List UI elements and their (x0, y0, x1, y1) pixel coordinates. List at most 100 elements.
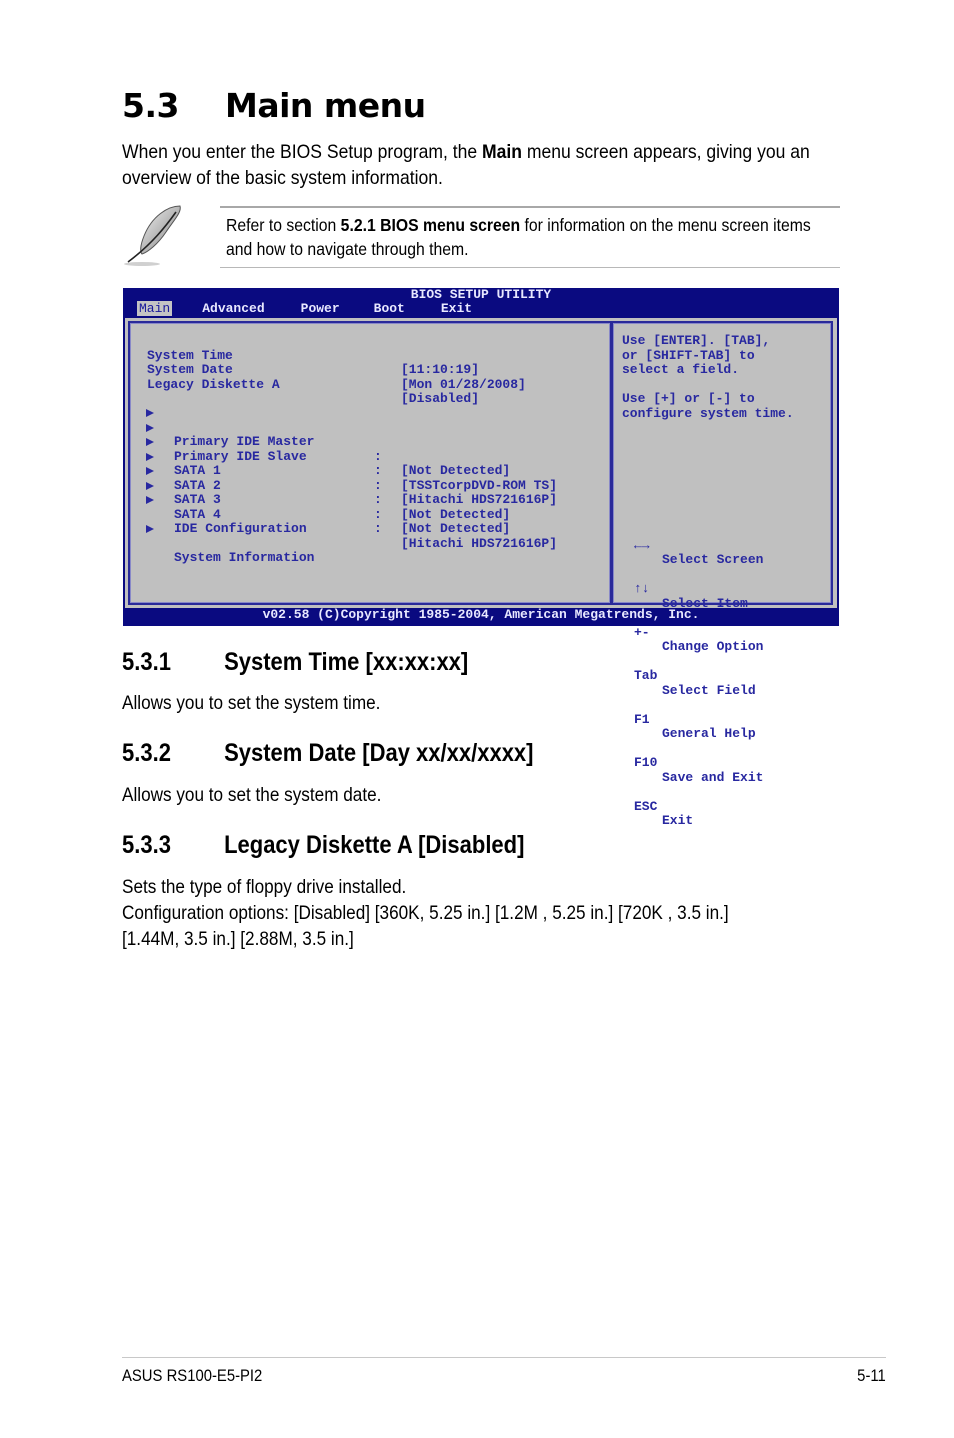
bios-copyright: v02.58 (C)Copyright 1985-2004, American … (262, 607, 700, 622)
submenu-label: Primary IDE Slave (174, 448, 307, 464)
note-rule-bottom (220, 267, 840, 268)
section-body-options-cont: [1.44M, 3.5 in.] [2.88M, 3.5 in.] (122, 928, 354, 950)
separator: : (374, 521, 382, 536)
key-description: Change Option (662, 639, 764, 654)
section-heading-system-date: 5.3.2 System Date [Day xx/xx/xxxx] (122, 738, 533, 768)
section-body: Allows you to set the system time. (122, 692, 381, 714)
footer-page-number: 5-11 (857, 1367, 886, 1385)
footer-divider (122, 1357, 886, 1358)
note-rule-top (220, 206, 840, 208)
setting-value[interactable]: [11:10:19] (401, 362, 479, 378)
separator: : (374, 463, 382, 478)
subsection-title: System Time [xx:xx:xx] (224, 648, 469, 676)
submenu-arrow-icon (146, 452, 154, 461)
help-line: or [SHIFT-TAB] to (622, 347, 755, 363)
section-body: Allows you to set the system date. (122, 784, 382, 806)
key-name: F10 (634, 755, 658, 770)
section-title: Main menu (225, 86, 426, 125)
submenu-label: Primary IDE Master (174, 434, 315, 449)
bios-tab-power[interactable]: Power (299, 301, 342, 316)
key-legend-row: F10 Save and Exit (634, 742, 763, 784)
section-heading-legacy-diskette: 5.3.3 Legacy Diskette A [Disabled] (122, 830, 524, 860)
left-right-arrows-icon: ←→ (634, 537, 650, 553)
setting-row-legacy-diskette[interactable]: Legacy Diskette A [Disabled] (130, 363, 479, 406)
submenu-arrow-icon (146, 409, 154, 417)
subsection-title: Legacy Diskette A [Disabled] (224, 831, 525, 859)
submenu-arrow-icon (146, 481, 154, 490)
help-line: select a field. (622, 362, 740, 377)
subsection-number: 5.3.3 (122, 831, 171, 859)
setting-value[interactable]: [Disabled] (401, 391, 479, 407)
submenu-arrow-icon (146, 467, 154, 475)
submenu-value: [Not Detected] (401, 521, 511, 536)
submenu-sata-3[interactable]: SATA 3 : [Not Detected] (130, 464, 510, 536)
help-line: Use [ENTER]. [TAB], (622, 333, 771, 348)
key-description: Exit (662, 813, 694, 828)
intro-paragraph: When you enter the BIOS Setup program, t… (122, 139, 842, 191)
subsection-number: 5.3.1 (122, 648, 171, 676)
subsection-number: 5.3.2 (122, 739, 171, 767)
submenu-value: [Not Detected] (401, 506, 511, 522)
section-number: 5.3 (122, 86, 179, 125)
submenu-value: [Hitachi HDS721616P] (401, 492, 558, 507)
submenu-arrow-icon (146, 496, 154, 504)
help-line: configure system time. (622, 405, 794, 421)
setting-row-system-date[interactable]: System Date [Mon 01/28/2008] (130, 349, 526, 391)
submenu-arrow-icon (146, 525, 154, 533)
note-link-reference: 5.2.1 BIOS menu screen (340, 215, 521, 235)
up-down-arrows-icon: ↑↓ (634, 581, 650, 596)
key-legend-row: Tab Select Field (634, 655, 756, 697)
submenu-sata-4[interactable]: SATA 4 : [Hitachi HDS721616P] (130, 479, 557, 550)
setting-label: Legacy Diskette A (147, 376, 280, 392)
submenu-arrow-icon (146, 423, 154, 432)
bios-settings-pane: System Time [11:10:19] System Date [Mon … (128, 321, 612, 605)
section-heading-system-time: 5.3.1 System Time [xx:xx:xx] (122, 647, 468, 677)
intro-text: When you enter the BIOS Setup program, t… (122, 141, 482, 163)
submenu-label: IDE Configuration (174, 521, 307, 536)
quill-pen-icon (124, 205, 181, 266)
bios-body: System Time [11:10:19] System Date [Mon … (125, 318, 837, 828)
submenu-value: [TSSTcorpDVD-ROM TS] (401, 477, 558, 493)
separator: : (374, 477, 382, 493)
submenu-system-information[interactable]: System Information (130, 522, 314, 565)
note-box: Refer to section 5.2.1 BIOS menu screen … (122, 200, 840, 272)
setting-row-system-time[interactable]: System Time [11:10:19] (130, 334, 479, 377)
key-legend: ←→ Select Screen ↑↓ Select Item +- Chang… (634, 495, 763, 829)
separator: : (374, 506, 382, 522)
key-legend-row: ←→ Select Screen (634, 524, 763, 567)
bios-help-pane: Use [ENTER]. [TAB], or [SHIFT-TAB] to se… (611, 321, 833, 828)
bios-tab-boot[interactable]: Boot (372, 301, 407, 316)
bios-tab-bar: Main Advanced Power Boot Exit (137, 301, 502, 316)
separator: : (374, 448, 382, 464)
page-title: 5.3 Main menu (122, 84, 426, 128)
bios-screenshot: BIOS SETUP UTILITY Main Advanced Power B… (123, 287, 839, 828)
key-description: General Help (662, 726, 756, 741)
submenu-sata-2[interactable]: SATA 2 : [Not Detected] (130, 450, 510, 521)
separator: : (374, 492, 382, 507)
bios-tab-advanced[interactable]: Advanced (200, 301, 266, 316)
subsection-title: System Date [Day xx/xx/xxxx] (224, 739, 534, 767)
submenu-ide-configuration[interactable]: IDE Configuration (130, 493, 307, 536)
key-name: +- (634, 624, 650, 640)
submenu-value: [Not Detected] (401, 463, 511, 478)
bios-title: BIOS SETUP UTILITY (410, 287, 552, 302)
intro-bold: Main (481, 141, 522, 163)
submenu-label: System Information (174, 550, 315, 565)
setting-value[interactable]: [Mon 01/28/2008] (401, 377, 526, 393)
help-line: Use [+] or [-] to (622, 391, 755, 406)
submenu-arrow-icon (146, 438, 154, 446)
footer-product-name: ASUS RS100-E5-PI2 (122, 1367, 263, 1385)
key-description: Select Screen (662, 552, 764, 567)
submenu-value: [Hitachi HDS721616P] (401, 535, 558, 551)
bios-tab-main[interactable]: Main (137, 301, 173, 316)
submenu-primary-ide-slave[interactable]: Primary IDE Slave : [TSSTcorpDVD-ROM TS] (130, 421, 557, 492)
submenu-primary-ide-master[interactable]: Primary IDE Master : [Not Detected] (130, 406, 510, 478)
section-body: Sets the type of floppy drive installed. (122, 876, 407, 898)
key-legend-row: ↑↓ Select Item (634, 568, 748, 610)
submenu-sata-1[interactable]: SATA 1 : [Hitachi HDS721616P] (130, 435, 557, 507)
note-text: Refer to section 5.2.1 BIOS menu screen … (226, 214, 838, 261)
bios-tab-exit[interactable]: Exit (439, 301, 474, 316)
section-body-options: Configuration options: [Disabled] [360K,… (122, 902, 729, 924)
note-text-start: Refer to section (226, 215, 341, 235)
key-name: Tab (634, 668, 658, 683)
